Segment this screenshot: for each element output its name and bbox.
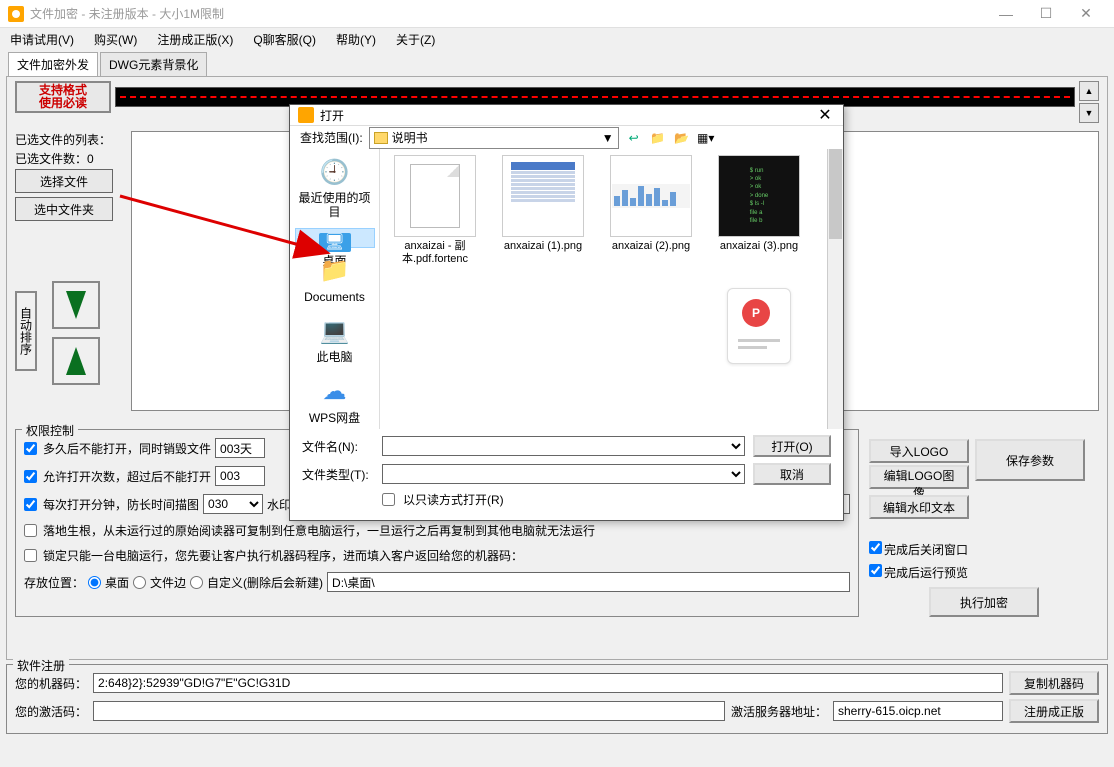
folder-combo[interactable]: 说明书 ▼ (369, 127, 619, 149)
perm-minutes-select[interactable]: 030 (203, 494, 263, 514)
edit-logo-button[interactable]: 编辑LOGO图像 (869, 465, 969, 489)
window-title: 文件加密 - 未注册版本 - 大小1M限制 (30, 5, 986, 22)
edit-watermark-button[interactable]: 编辑水印文本 (869, 495, 969, 519)
view-menu-icon[interactable]: ▦▾ (697, 129, 715, 147)
file-browser[interactable]: anxaizai - 副本.pdf.fortenc anxaizai (1).p… (380, 149, 843, 429)
tab-file-encrypt[interactable]: 文件加密外发 (8, 52, 98, 76)
loc-path-input[interactable] (327, 572, 850, 592)
up-folder-icon[interactable]: 📁 (649, 129, 667, 147)
menubar: 申请试用(V) 购买(W) 注册成正版(X) Q聊客服(Q) 帮助(Y) 关于(… (0, 28, 1114, 50)
perm-root-check[interactable] (24, 524, 37, 537)
import-logo-button[interactable]: 导入LOGO (869, 439, 969, 463)
place-thispc[interactable]: 💻此电脑 (295, 312, 375, 368)
new-folder-icon[interactable]: 📂 (673, 129, 691, 147)
menu-apply-trial[interactable]: 申请试用(V) (4, 29, 80, 50)
dialog-open-button[interactable]: 打开(O) (753, 435, 831, 457)
file-item[interactable]: anxaizai - 副本.pdf.fortenc (386, 155, 484, 265)
open-dialog: 打开 ✕ 查找范围(I): 说明书 ▼ ↩ 📁 📂 ▦▾ 🕘最近使用的项目 🖥桌… (289, 104, 844, 521)
loc-desktop-radio[interactable] (88, 576, 101, 589)
dialog-close-button[interactable]: ✕ (815, 105, 835, 125)
support-format-button[interactable]: 支持格式 使用必读 (15, 81, 111, 113)
select-file-button[interactable]: 选择文件 (15, 169, 113, 193)
move-down-button[interactable] (52, 281, 100, 329)
filetype-combo[interactable] (382, 464, 745, 484)
perm-title: 权限控制 (22, 422, 78, 439)
dialog-icon (298, 107, 314, 123)
menu-register[interactable]: 注册成正版(X) (151, 29, 239, 50)
file-item[interactable]: P 说明书.pdf (710, 285, 808, 370)
machine-code-input[interactable] (93, 673, 1003, 693)
place-wps[interactable]: ☁WPS网盘 (295, 373, 375, 429)
move-up-button[interactable] (52, 337, 100, 385)
back-icon[interactable]: ↩ (625, 129, 643, 147)
maximize-button[interactable]: ☐ (1026, 0, 1066, 28)
perm-expire-check[interactable] (24, 442, 37, 455)
strip-up-button[interactable]: ▲ (1079, 81, 1099, 101)
filename-label: 文件名(N): (302, 438, 374, 455)
preview-after-check[interactable]: 完成后运行预览 (869, 564, 1099, 581)
close-button[interactable]: ✕ (1066, 0, 1106, 28)
save-params-button[interactable]: 保存参数 (975, 439, 1085, 481)
minimize-button[interactable]: — (986, 0, 1026, 28)
file-item[interactable]: $ run > ok > ok > done $ ls -l file a fi… (710, 155, 808, 265)
file-item[interactable]: anxaizai (2).png (602, 155, 700, 265)
readonly-check[interactable] (382, 493, 395, 506)
close-after-check[interactable]: 完成后关闭窗口 (869, 541, 1099, 558)
file-list-label: 已选文件的列表： (15, 131, 131, 148)
register-button[interactable]: 注册成正版 (1009, 699, 1099, 723)
filename-combo[interactable] (382, 436, 745, 456)
perm-lock-check[interactable] (24, 549, 37, 562)
dialog-cancel-button[interactable]: 取消 (753, 463, 831, 485)
tab-dwg-bg[interactable]: DWG元素背景化 (100, 52, 207, 76)
menu-help[interactable]: 帮助(Y) (330, 29, 382, 50)
execute-button[interactable]: 执行加密 (929, 587, 1039, 617)
perm-opencount-input[interactable] (215, 466, 265, 486)
file-item[interactable]: anxaizai (1).png (494, 155, 592, 265)
auto-sort-button[interactable]: 自动排序 (15, 291, 37, 371)
filetype-label: 文件类型(T): (302, 466, 374, 483)
menu-buy[interactable]: 购买(W) (88, 29, 143, 50)
menu-about[interactable]: 关于(Z) (390, 29, 441, 50)
select-folder-button[interactable]: 选中文件夹 (15, 197, 113, 221)
perm-expire-input[interactable] (215, 438, 265, 458)
loc-custom-radio[interactable] (190, 576, 203, 589)
perm-opencount-check[interactable] (24, 470, 37, 483)
activation-input[interactable] (93, 701, 725, 721)
scrollbar[interactable] (827, 149, 843, 429)
loc-fileedge-radio[interactable] (133, 576, 146, 589)
file-count-label: 已选文件数：0 (15, 150, 131, 167)
dialog-title: 打开 (320, 107, 815, 124)
app-icon (8, 6, 24, 22)
lookfor-label: 查找范围(I): (300, 129, 363, 146)
menu-qchat[interactable]: Q聊客服(Q) (247, 29, 322, 50)
perm-minutes-check[interactable] (24, 498, 37, 511)
server-input[interactable] (833, 701, 1003, 721)
copy-machine-button[interactable]: 复制机器码 (1009, 671, 1099, 695)
folder-icon (374, 132, 388, 144)
strip-down-button[interactable]: ▼ (1079, 103, 1099, 123)
register-title: 软件注册 (13, 657, 69, 674)
